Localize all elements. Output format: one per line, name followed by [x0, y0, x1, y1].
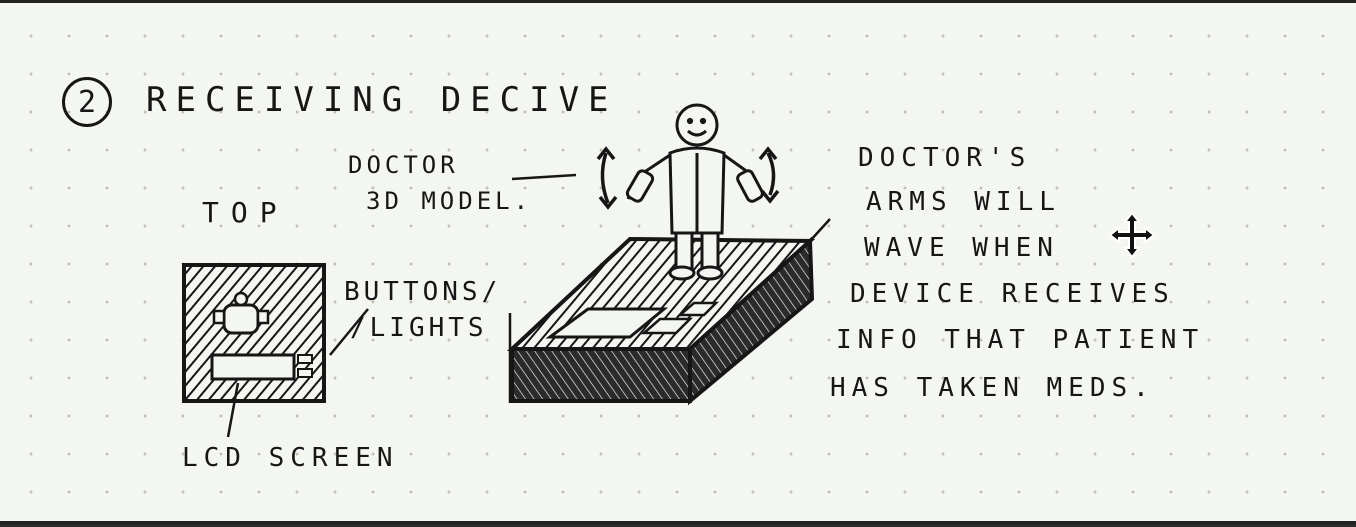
- button-1-topview: [297, 354, 313, 364]
- wave-arrow-icon: [596, 146, 618, 210]
- move-cursor-icon[interactable]: [1108, 211, 1156, 259]
- sketch-drawings: [182, 103, 1156, 438]
- lcd-screen-topview: [210, 353, 296, 381]
- buttons-leader-line: [329, 308, 369, 356]
- wave-arrow-right-icon: [758, 146, 780, 204]
- doctor-leader-line: [511, 173, 577, 181]
- sketch-sheet: 2 RECEIVING DECIVE TOP DOCTOR 3D MODEL. …: [0, 0, 1356, 524]
- top-view-square: [182, 263, 326, 403]
- device-box: [506, 218, 831, 406]
- button-2-topview: [297, 368, 313, 378]
